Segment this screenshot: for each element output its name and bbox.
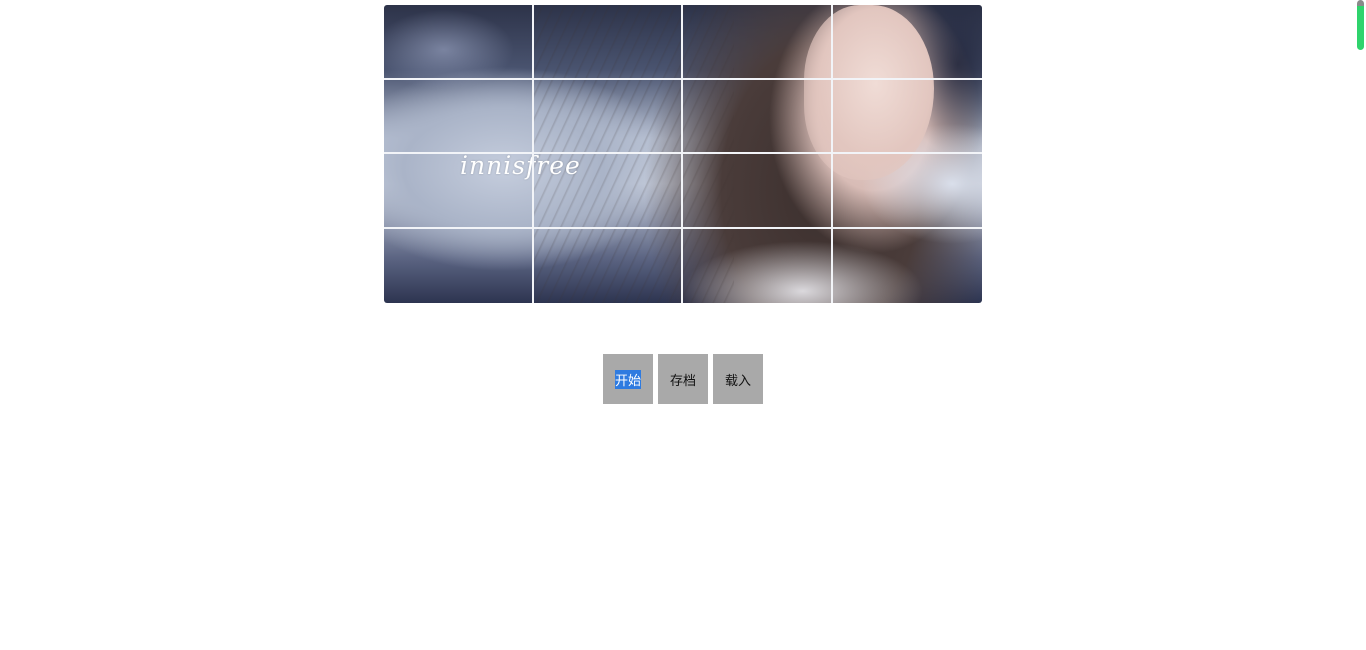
puzzle-tile[interactable] (533, 154, 683, 229)
load-button-label: 载入 (724, 373, 751, 389)
puzzle-tile[interactable] (384, 79, 534, 154)
save-button[interactable]: 存档 (658, 354, 708, 404)
start-button[interactable]: 开始 (603, 354, 653, 404)
save-button-label: 存档 (669, 373, 696, 389)
puzzle-tile[interactable] (384, 228, 534, 303)
scrollbar[interactable] (1356, 0, 1366, 60)
scrollbar-thumb[interactable] (1357, 0, 1364, 50)
puzzle-grid (384, 5, 982, 303)
page: innisfree 开始 存档 载入 (0, 0, 1366, 650)
puzzle-tile[interactable] (533, 79, 683, 154)
puzzle-tile[interactable] (534, 228, 683, 303)
puzzle-tile[interactable] (833, 229, 983, 304)
puzzle-tile[interactable] (533, 5, 683, 80)
puzzle-tile[interactable] (832, 80, 982, 154)
puzzle-tile[interactable] (384, 154, 534, 229)
puzzle-tile[interactable] (832, 154, 982, 229)
puzzle-tile[interactable] (384, 5, 534, 80)
puzzle-board[interactable]: innisfree (384, 5, 982, 303)
puzzle-tile[interactable] (683, 79, 833, 154)
load-button[interactable]: 载入 (713, 354, 763, 404)
game-controls: 开始 存档 载入 (603, 354, 763, 404)
puzzle-tile[interactable] (683, 228, 833, 303)
puzzle-tile[interactable] (683, 5, 833, 80)
puzzle-tile[interactable] (683, 154, 833, 229)
start-button-label: 开始 (614, 369, 641, 389)
puzzle-tile[interactable] (832, 5, 982, 80)
